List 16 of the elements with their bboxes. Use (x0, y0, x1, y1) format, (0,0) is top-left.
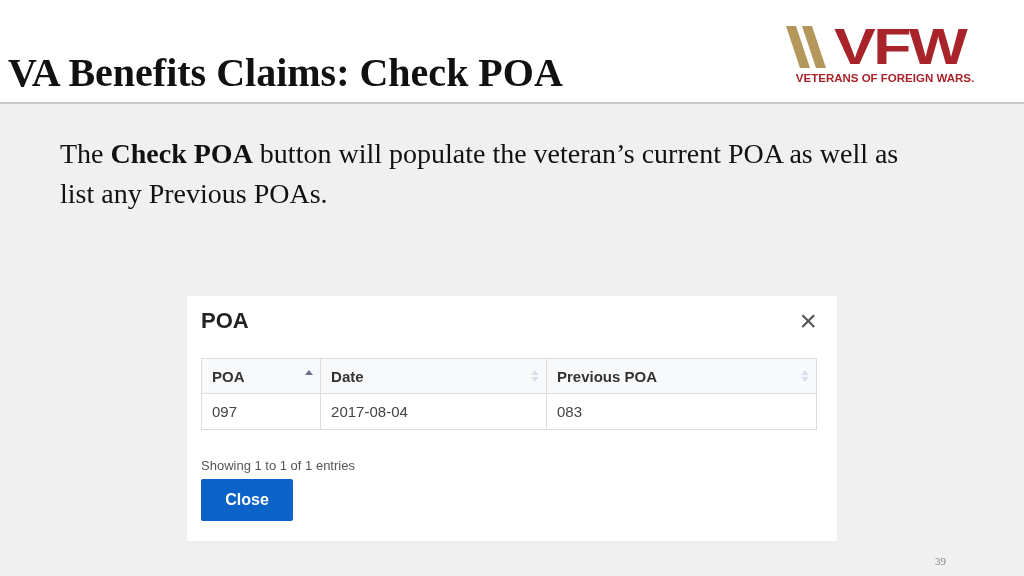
table-cell: 2017-08-04 (320, 393, 547, 430)
column-header[interactable]: Previous POA (546, 358, 817, 394)
page-number: 39 (935, 555, 946, 567)
close-button[interactable]: Close (201, 479, 293, 521)
entries-info: Showing 1 to 1 of 1 entries (201, 458, 356, 473)
dialog-title: POA (201, 308, 249, 334)
slide-title: VA Benefits Claims: Check POA (8, 49, 563, 96)
column-header[interactable]: POA (201, 358, 321, 394)
column-header[interactable]: Date (320, 358, 547, 394)
logo-text: VFW (834, 26, 967, 68)
table-cell: 097 (201, 393, 321, 430)
table-cell: 083 (546, 393, 817, 430)
sort-icon[interactable] (800, 368, 810, 384)
logo-tagline: VETERANS OF FOREIGN WARS. (795, 72, 975, 84)
sort-icon[interactable] (529, 368, 540, 384)
body-text: The Check POA button will populate the veteran’s current POA as well as list any Previous POAs. (60, 137, 900, 211)
